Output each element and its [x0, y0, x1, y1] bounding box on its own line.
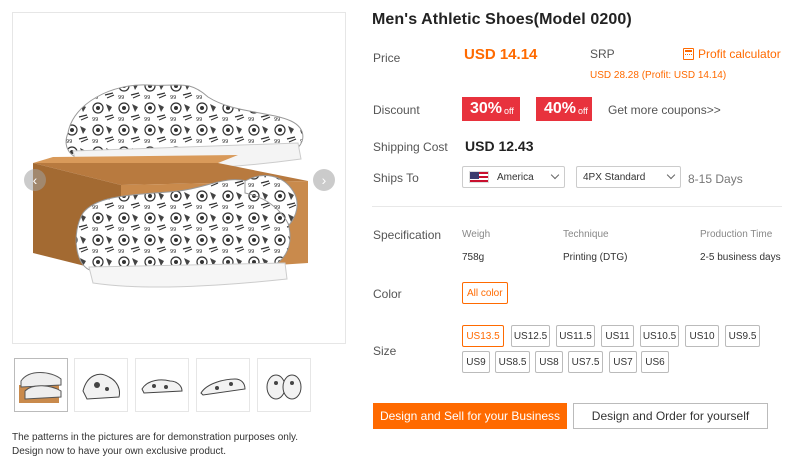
- chevron-right-icon: ›: [321, 172, 327, 188]
- price-value: USD 14.14: [464, 46, 538, 63]
- coupon-off-text: off: [504, 106, 514, 116]
- country-value: America: [497, 171, 534, 183]
- size-option[interactable]: US6: [641, 351, 669, 373]
- size-option[interactable]: US10.5: [640, 325, 679, 347]
- coupon-40-off[interactable]: 40% off: [534, 97, 592, 121]
- design-and-sell-button[interactable]: Design and Sell for your Business: [373, 403, 567, 429]
- gallery-prev-button[interactable]: ‹: [24, 169, 46, 191]
- thumbnail-5[interactable]: [257, 358, 311, 412]
- calculator-icon: [683, 48, 694, 60]
- specification-label: Specification: [373, 228, 442, 242]
- shipping-method-select[interactable]: 4PX Standard: [576, 166, 681, 188]
- size-option[interactable]: US12.5: [511, 325, 550, 347]
- price-label: Price: [373, 51, 401, 65]
- coupon-percent: 30%: [470, 100, 503, 117]
- spec-value-production-time: 2-5 business days: [700, 252, 781, 263]
- color-label: Color: [373, 287, 402, 301]
- country-select[interactable]: America: [462, 166, 565, 188]
- us-flag-icon: [469, 171, 489, 183]
- chevron-down-icon: [550, 170, 560, 180]
- shoe-illustration: 99: [33, 84, 308, 288]
- design-and-order-button[interactable]: Design and Order for yourself: [573, 403, 768, 429]
- size-option[interactable]: US11.5: [556, 325, 595, 347]
- spec-value-technique: Printing (DTG): [563, 252, 628, 263]
- size-option[interactable]: US9.5: [725, 325, 760, 347]
- thumbnail-4[interactable]: [196, 358, 250, 412]
- coupon-30-off[interactable]: 30% off: [460, 97, 520, 121]
- discount-label: Discount: [373, 103, 420, 117]
- thumbnail-1[interactable]: [14, 358, 68, 412]
- shipping-method-value: 4PX Standard: [583, 171, 646, 183]
- spec-header-production-time: Production Time: [700, 229, 773, 240]
- chevron-left-icon: ‹: [32, 172, 38, 188]
- thumbnail-strip: [14, 358, 354, 414]
- profit-calculator-label: Profit calculator: [698, 47, 781, 61]
- thumbnail-3[interactable]: [135, 358, 189, 412]
- coupon-off-text: off: [578, 106, 588, 116]
- disclaimer-line-2: Design now to have your own exclusive pr…: [12, 446, 227, 457]
- disclaimer-line-1: The patterns in the pictures are for dem…: [12, 432, 299, 443]
- gallery-next-button[interactable]: ›: [313, 169, 335, 191]
- spec-header-technique: Technique: [563, 229, 609, 240]
- size-option[interactable]: US11: [601, 325, 634, 347]
- color-option-all[interactable]: All color: [462, 282, 508, 304]
- size-label: Size: [373, 344, 397, 358]
- size-option[interactable]: US9: [462, 351, 490, 373]
- size-option[interactable]: US7.5: [568, 351, 603, 373]
- profit-calculator-link[interactable]: Profit calculator: [683, 47, 781, 61]
- size-option[interactable]: US13.5: [462, 325, 504, 347]
- spec-header-weigh: Weigh: [462, 229, 491, 240]
- size-option[interactable]: US8.5: [495, 351, 530, 373]
- coupon-percent: 40%: [544, 100, 577, 117]
- delivery-days: 8-15 Days: [688, 172, 743, 186]
- srp-detail: USD 28.28 (Profit: USD 14.14): [590, 70, 727, 81]
- section-divider: [372, 206, 782, 207]
- spec-value-weigh: 758g: [462, 252, 485, 263]
- size-option[interactable]: US7: [609, 351, 637, 373]
- ships-to-label: Ships To: [373, 171, 419, 185]
- srp-label: SRP: [590, 47, 615, 61]
- demo-disclaimer: The patterns in the pictures are for dem…: [12, 431, 298, 459]
- shipping-cost-value: USD 12.43: [465, 138, 534, 154]
- thumbnail-2[interactable]: [74, 358, 128, 412]
- chevron-down-icon: [666, 170, 676, 180]
- main-product-image: 99: [12, 12, 346, 344]
- size-option[interactable]: US8: [535, 351, 563, 373]
- shipping-cost-label: Shipping Cost: [373, 140, 448, 154]
- size-option[interactable]: US10: [685, 325, 719, 347]
- get-more-coupons-link[interactable]: Get more coupons>>: [608, 103, 721, 117]
- product-title: Men's Athletic Shoes(Model 0200): [372, 11, 632, 28]
